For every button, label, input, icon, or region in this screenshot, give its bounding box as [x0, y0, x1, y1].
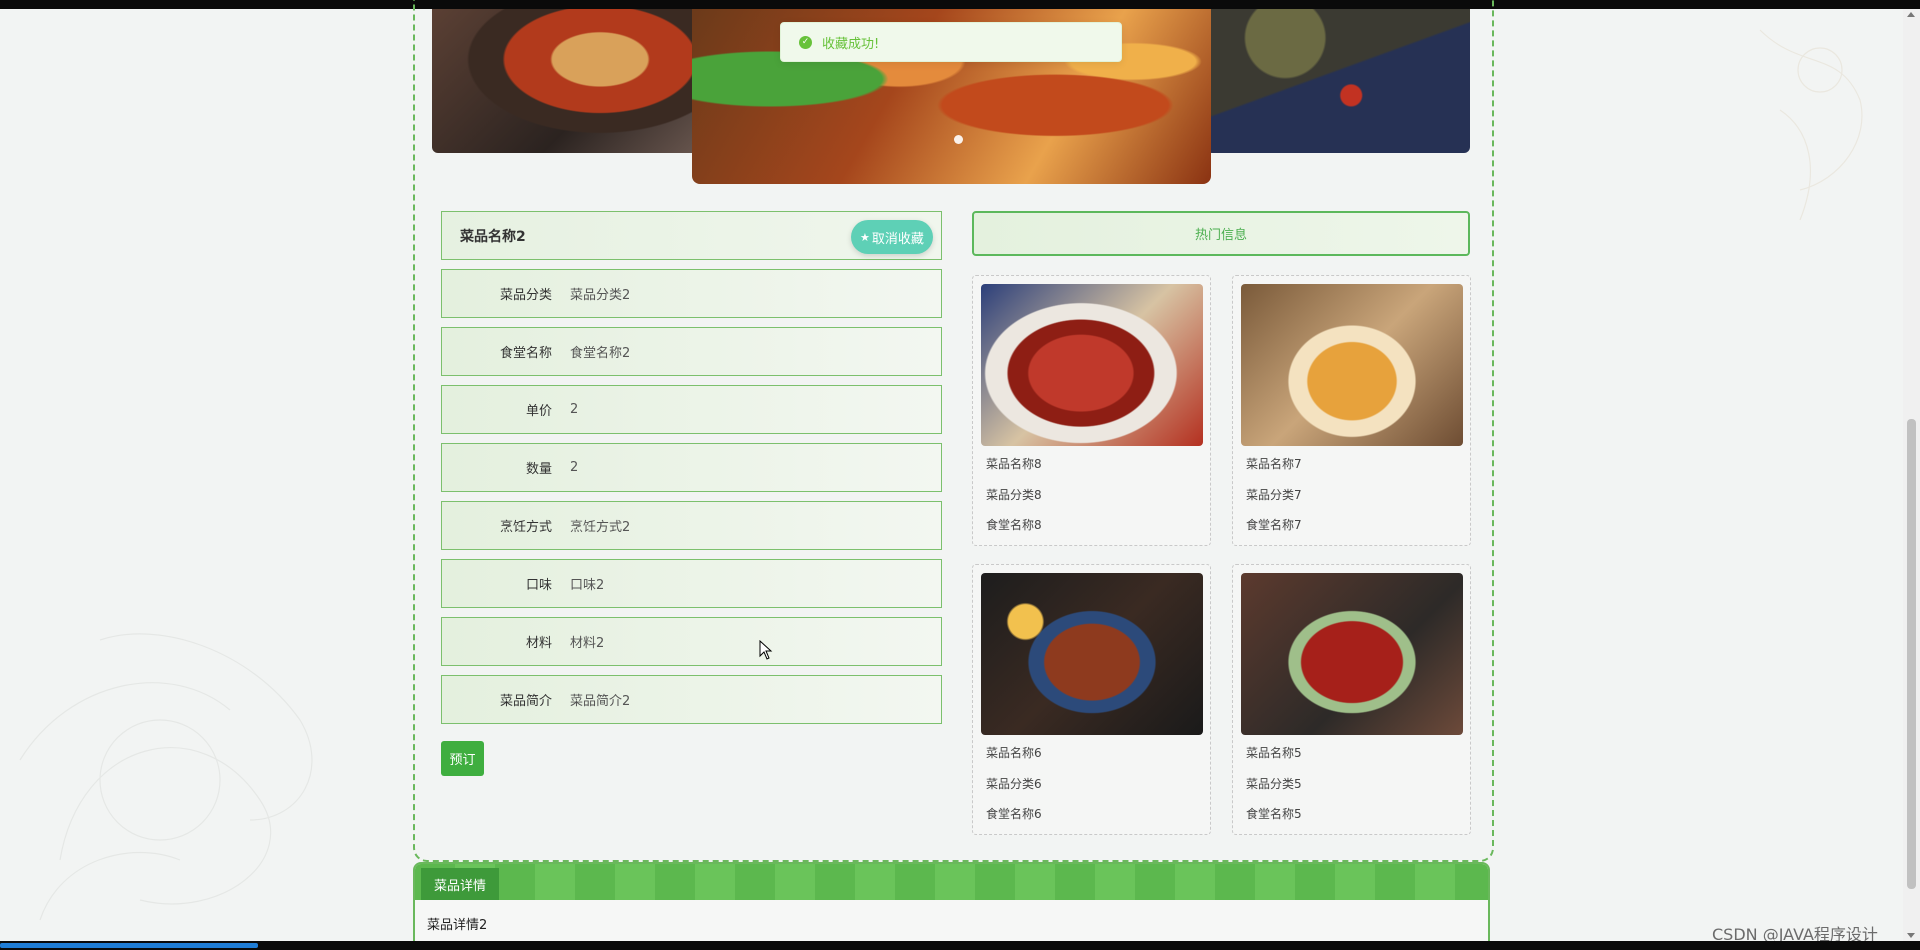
- tab-dish-detail[interactable]: 菜品详情: [421, 868, 499, 900]
- carousel-image-right[interactable]: [1206, 9, 1470, 153]
- field-label: 烹饪方式: [499, 520, 552, 535]
- card-dish-category: 菜品分类6: [986, 777, 1042, 791]
- field-row-intro: 菜品简介 菜品简介2: [441, 675, 942, 724]
- toast-message: 收藏成功!: [822, 36, 880, 52]
- success-toast: ✓ 收藏成功!: [780, 22, 1122, 62]
- cancel-favorite-button[interactable]: ★ 取消收藏: [851, 220, 933, 254]
- scroll-down-arrow-icon[interactable]: [1907, 933, 1915, 938]
- field-row-category: 菜品分类 菜品分类2: [441, 269, 942, 318]
- field-label: 材料: [525, 636, 552, 651]
- hot-card[interactable]: 菜品名称6 菜品分类6 食堂名称6: [972, 564, 1211, 835]
- hot-card[interactable]: 菜品名称7 菜品分类7 食堂名称7: [1232, 275, 1471, 546]
- card-canteen-name: 食堂名称5: [1246, 807, 1302, 821]
- hot-info-header: 热门信息: [972, 211, 1470, 256]
- field-value: 烹饪方式2: [570, 520, 631, 535]
- field-value: 菜品分类2: [570, 288, 631, 303]
- field-row-quantity: 数量 2: [441, 443, 942, 492]
- card-canteen-name: 食堂名称6: [986, 807, 1042, 821]
- flower-decoration: [1759, 29, 1863, 221]
- field-row-taste: 口味 口味2: [441, 559, 942, 608]
- book-button[interactable]: 预订: [441, 741, 484, 776]
- detail-tab-bar: 菜品详情: [415, 864, 1488, 900]
- dish-photo[interactable]: [981, 573, 1203, 735]
- browser-bottom-bar: [0, 941, 1920, 950]
- star-icon: ★: [860, 230, 870, 244]
- check-circle-icon: ✓: [799, 35, 812, 49]
- field-row-canteen: 食堂名称 食堂名称2: [441, 327, 942, 376]
- field-value: 菜品简介2: [570, 694, 631, 709]
- dish-photo[interactable]: [981, 284, 1203, 446]
- vertical-scrollbar[interactable]: [1903, 9, 1920, 941]
- scrollbar-thumb[interactable]: [1907, 419, 1916, 889]
- dish-name: 菜品名称2: [460, 228, 526, 245]
- field-value: 口味2: [570, 578, 605, 593]
- field-label: 单价: [525, 404, 552, 419]
- hot-card[interactable]: 菜品名称5 菜品分类5 食堂名称5: [1232, 564, 1471, 835]
- field-label: 口味: [525, 578, 552, 593]
- field-row-price: 单价 2: [441, 385, 942, 434]
- loading-progress: [0, 943, 258, 948]
- mouse-cursor-icon: [759, 640, 773, 660]
- card-dish-category: 菜品分类5: [1246, 777, 1302, 791]
- field-label: 菜品简介: [499, 694, 552, 709]
- dish-photo[interactable]: [1241, 573, 1463, 735]
- field-value: 2: [570, 460, 579, 475]
- detail-content: 菜品详情2: [427, 918, 488, 933]
- card-dish-name: 菜品名称5: [1246, 746, 1302, 760]
- card-dish-name: 菜品名称8: [986, 457, 1042, 471]
- card-dish-category: 菜品分类7: [1246, 488, 1302, 502]
- card-canteen-name: 食堂名称7: [1246, 518, 1302, 532]
- dish-title-row: 菜品名称2 ★ 取消收藏: [441, 211, 942, 260]
- field-label: 食堂名称: [499, 346, 552, 361]
- dish-photo[interactable]: [1241, 284, 1463, 446]
- field-label: 菜品分类: [499, 288, 552, 303]
- card-dish-name: 菜品名称6: [986, 746, 1042, 760]
- cancel-favorite-label: 取消收藏: [871, 231, 924, 247]
- field-label: 数量: [525, 462, 552, 477]
- field-value: 食堂名称2: [570, 346, 631, 361]
- carousel-indicator[interactable]: [954, 135, 963, 144]
- field-value: 2: [570, 402, 579, 417]
- field-row-ingredients: 材料 材料2: [441, 617, 942, 666]
- dish-detail-section: 菜品详情 菜品详情2: [413, 862, 1490, 942]
- lotus-decoration: [19, 633, 313, 921]
- hot-card[interactable]: 菜品名称8 菜品分类8 食堂名称8: [972, 275, 1211, 546]
- field-value: 材料2: [570, 636, 605, 651]
- card-dish-name: 菜品名称7: [1246, 457, 1302, 471]
- carousel-image-left[interactable]: [432, 9, 712, 153]
- card-canteen-name: 食堂名称8: [986, 518, 1042, 532]
- field-row-cooking-method: 烹饪方式 烹饪方式2: [441, 501, 942, 550]
- scroll-up-arrow-icon[interactable]: [1907, 12, 1915, 17]
- card-dish-category: 菜品分类8: [986, 488, 1042, 502]
